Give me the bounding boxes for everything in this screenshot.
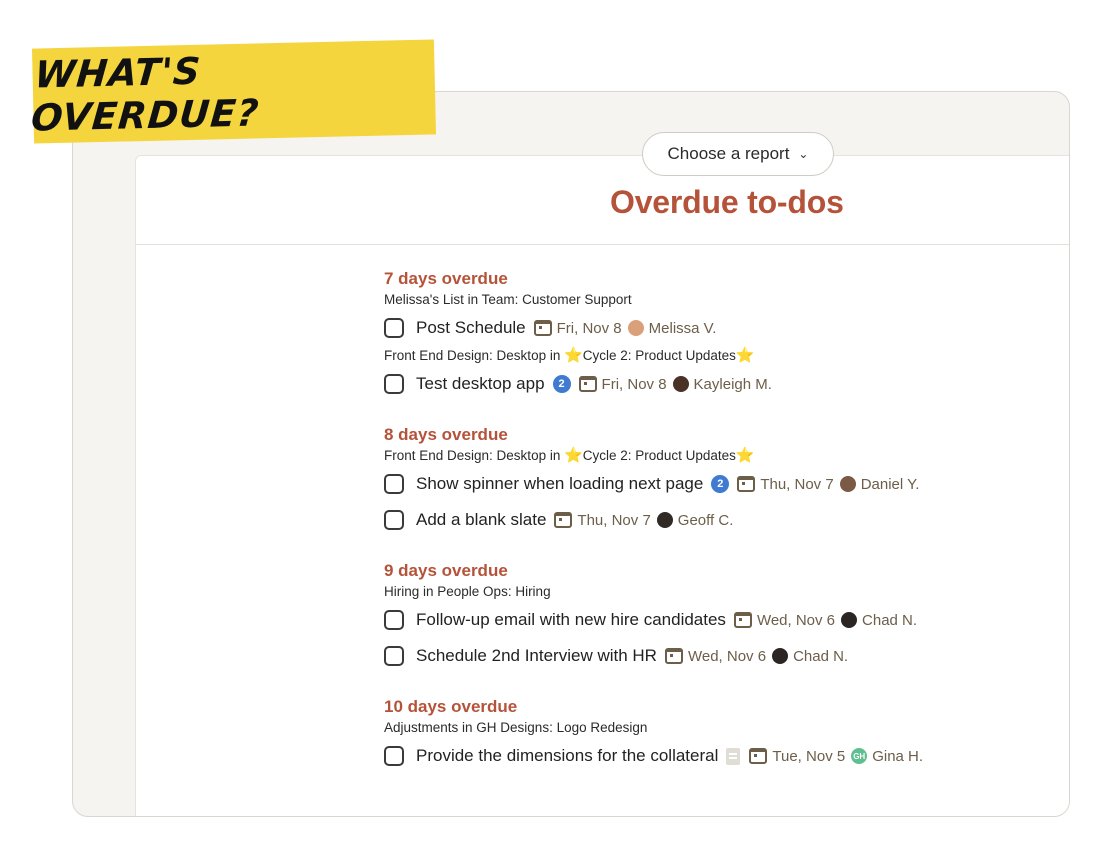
todo-item[interactable]: Add a blank slate Thu, Nov 7 Geoff C. (384, 502, 1084, 538)
star-icon: ⭐ (564, 447, 583, 464)
overdue-group: 10 days overdue Adjustments in GH Designs… (384, 696, 1084, 774)
list-context-prefix: Front End Design: Desktop in (384, 348, 565, 363)
comment-count-badge[interactable]: 2 (711, 475, 730, 493)
calendar-icon (749, 748, 768, 764)
todo-title[interactable]: Provide the dimensions for the collatera… (416, 746, 718, 766)
overdue-group: 8 days overdue Front End Design: Desktop … (384, 424, 1084, 538)
group-title: 10 days overdue (384, 697, 518, 716)
todo-checkbox[interactable] (384, 610, 404, 630)
assignee-name[interactable]: Kayleigh M. (694, 376, 772, 393)
todo-title[interactable]: Post Schedule (416, 318, 526, 338)
due-date: Wed, Nov 6 (687, 647, 767, 665)
calendar-icon (733, 612, 752, 628)
list-context-prefix: Front End Design: Desktop in (384, 448, 565, 463)
assignee-name[interactable]: Gina H. (872, 748, 923, 765)
assignee-name[interactable]: Daniel Y. (861, 476, 920, 493)
todo-checkbox[interactable] (384, 746, 404, 766)
todo-title[interactable]: Show spinner when loading next page (416, 474, 703, 494)
overdue-group: 7 days overdue Melissa's List in Team: Cu… (384, 268, 1084, 402)
note-icon (726, 747, 741, 765)
todo-item[interactable]: Schedule 2nd Interview with HR Wed, Nov 6… (384, 638, 1084, 674)
chevron-down-icon: ⌄ (798, 147, 809, 161)
avatar (627, 320, 644, 336)
calendar-icon (737, 476, 756, 492)
star-icon: ⭐ (735, 447, 755, 464)
avatar: GH (851, 748, 868, 764)
overdue-banner: WHAT'S OVERDUE? (29, 39, 437, 144)
list-context: Melissa's List in Team: Customer Support (384, 292, 632, 307)
todo-item[interactable]: Post Schedule Fri, Nov 8 Melissa V. (384, 310, 1084, 346)
avatar (772, 648, 789, 664)
assignee-name[interactable]: Geoff C. (678, 512, 734, 529)
todo-title[interactable]: Add a blank slate (416, 510, 546, 530)
banner-text: WHAT'S OVERDUE? (29, 49, 262, 140)
star-icon: ⭐ (564, 347, 583, 364)
page-title: Overdue to-dos (610, 184, 844, 220)
list-context: Adjustments in GH Designs: Logo Redesign (384, 720, 648, 735)
calendar-icon (533, 320, 552, 336)
todo-checkbox[interactable] (384, 374, 404, 394)
todo-item[interactable]: Follow-up email with new hire candidates… (384, 602, 1084, 638)
due-date: Thu, Nov 7 (760, 475, 834, 493)
overdue-list: 7 days overdue Melissa's List in Team: Cu… (384, 268, 1084, 796)
avatar (672, 376, 689, 392)
group-title: 8 days overdue (384, 425, 508, 444)
report-header: Overdue to-dos (136, 156, 1069, 245)
choose-report-button[interactable]: Choose a report ⌄ (642, 132, 834, 176)
todo-item[interactable]: Show spinner when loading next page 2 Thu,… (384, 466, 1084, 502)
avatar (839, 476, 856, 492)
todo-checkbox[interactable] (384, 510, 404, 530)
star-icon: ⭐ (735, 347, 755, 364)
todo-item[interactable]: Test desktop app 2 Fri, Nov 8 Kayleigh M. (384, 366, 1084, 402)
todo-title[interactable]: Schedule 2nd Interview with HR (416, 646, 657, 666)
overdue-group: 9 days overdue Hiring in People Ops: Hiri… (384, 560, 1084, 674)
calendar-icon (554, 512, 573, 528)
calendar-icon (664, 648, 683, 664)
todo-checkbox[interactable] (384, 646, 404, 666)
group-title: 7 days overdue (384, 269, 508, 288)
list-context: Front End Design: Desktop in ⭐Cycle 2: P… (384, 446, 1084, 466)
list-context: Hiring in People Ops: Hiring (384, 584, 551, 599)
calendar-icon (578, 376, 597, 392)
list-context: Front End Design: Desktop in ⭐Cycle 2: P… (384, 346, 1084, 366)
due-date: Thu, Nov 7 (577, 511, 651, 529)
todo-title[interactable]: Follow-up email with new hire candidates (416, 610, 726, 630)
avatar (656, 512, 673, 528)
due-date: Tue, Nov 5 (772, 747, 846, 765)
due-date: Fri, Nov 8 (601, 375, 667, 393)
assignee-name[interactable]: Chad N. (862, 612, 917, 629)
due-date: Fri, Nov 8 (556, 319, 622, 337)
comment-count-badge[interactable]: 2 (552, 375, 571, 393)
todo-checkbox[interactable] (384, 474, 404, 494)
assignee-name[interactable]: Chad N. (793, 648, 848, 665)
choose-report-label: Choose a report (667, 144, 790, 163)
due-date: Wed, Nov 6 (756, 611, 836, 629)
todo-title[interactable]: Test desktop app (416, 374, 545, 394)
group-title: 9 days overdue (384, 561, 508, 580)
project-link[interactable]: Cycle 2: Product Updates (583, 448, 736, 463)
project-link[interactable]: Cycle 2: Product Updates (583, 348, 736, 363)
todo-item[interactable]: Provide the dimensions for the collatera… (384, 738, 1084, 774)
assignee-name[interactable]: Melissa V. (649, 320, 717, 337)
avatar (841, 612, 858, 628)
todo-checkbox[interactable] (384, 318, 404, 338)
